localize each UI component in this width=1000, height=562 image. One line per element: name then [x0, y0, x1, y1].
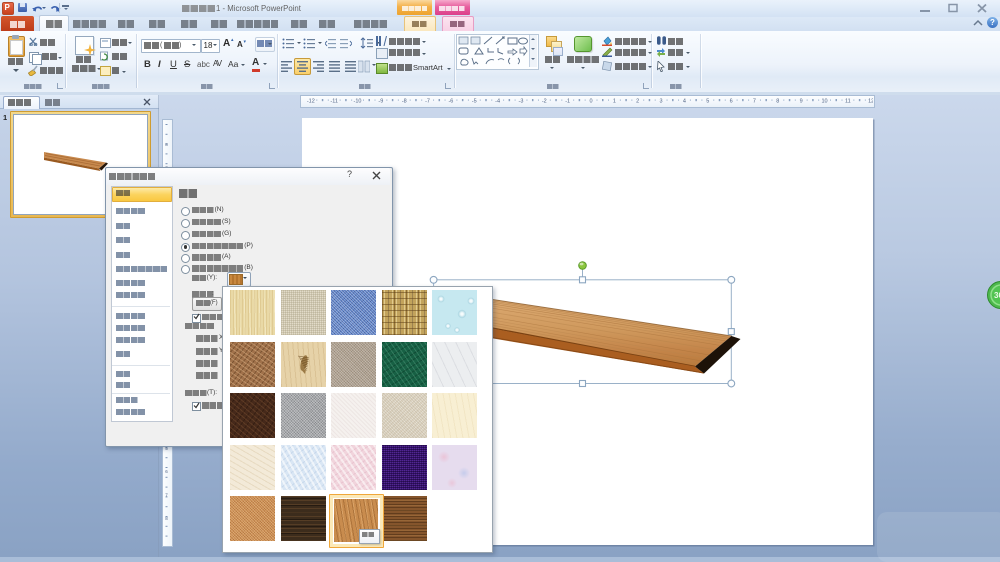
svg-text:-12: -12 — [307, 99, 315, 105]
svg-text:7: 7 — [753, 99, 756, 105]
svg-text:10: 10 — [821, 99, 827, 105]
svg-text:8: 8 — [165, 142, 168, 147]
svg-text:-5: -5 — [472, 99, 477, 105]
svg-text:-9: -9 — [378, 99, 383, 105]
svg-text:36: 36 — [994, 291, 1000, 300]
svg-text:-10: -10 — [354, 99, 362, 105]
svg-text:-3: -3 — [519, 99, 524, 105]
svg-text:8: 8 — [165, 516, 168, 521]
svg-text:-11: -11 — [330, 99, 338, 105]
svg-text:2: 2 — [636, 99, 639, 105]
svg-text:3: 3 — [660, 99, 663, 105]
svg-text:5: 5 — [706, 99, 709, 105]
svg-text:-4: -4 — [495, 99, 500, 105]
svg-text:-6: -6 — [448, 99, 453, 105]
svg-text:6: 6 — [165, 469, 168, 474]
svg-text:8: 8 — [776, 99, 779, 105]
svg-text:4: 4 — [683, 99, 686, 105]
svg-text:9: 9 — [800, 99, 803, 105]
svg-text:11: 11 — [845, 99, 851, 105]
svg-text:12: 12 — [868, 99, 873, 105]
svg-text:-2: -2 — [542, 99, 547, 105]
svg-text:6: 6 — [730, 99, 733, 105]
svg-text:0: 0 — [589, 99, 592, 105]
svg-text:-7: -7 — [425, 99, 430, 105]
svg-text:-8: -8 — [402, 99, 407, 105]
svg-text:1: 1 — [613, 99, 616, 105]
svg-text:7: 7 — [165, 492, 168, 497]
svg-text:-1: -1 — [565, 99, 570, 105]
